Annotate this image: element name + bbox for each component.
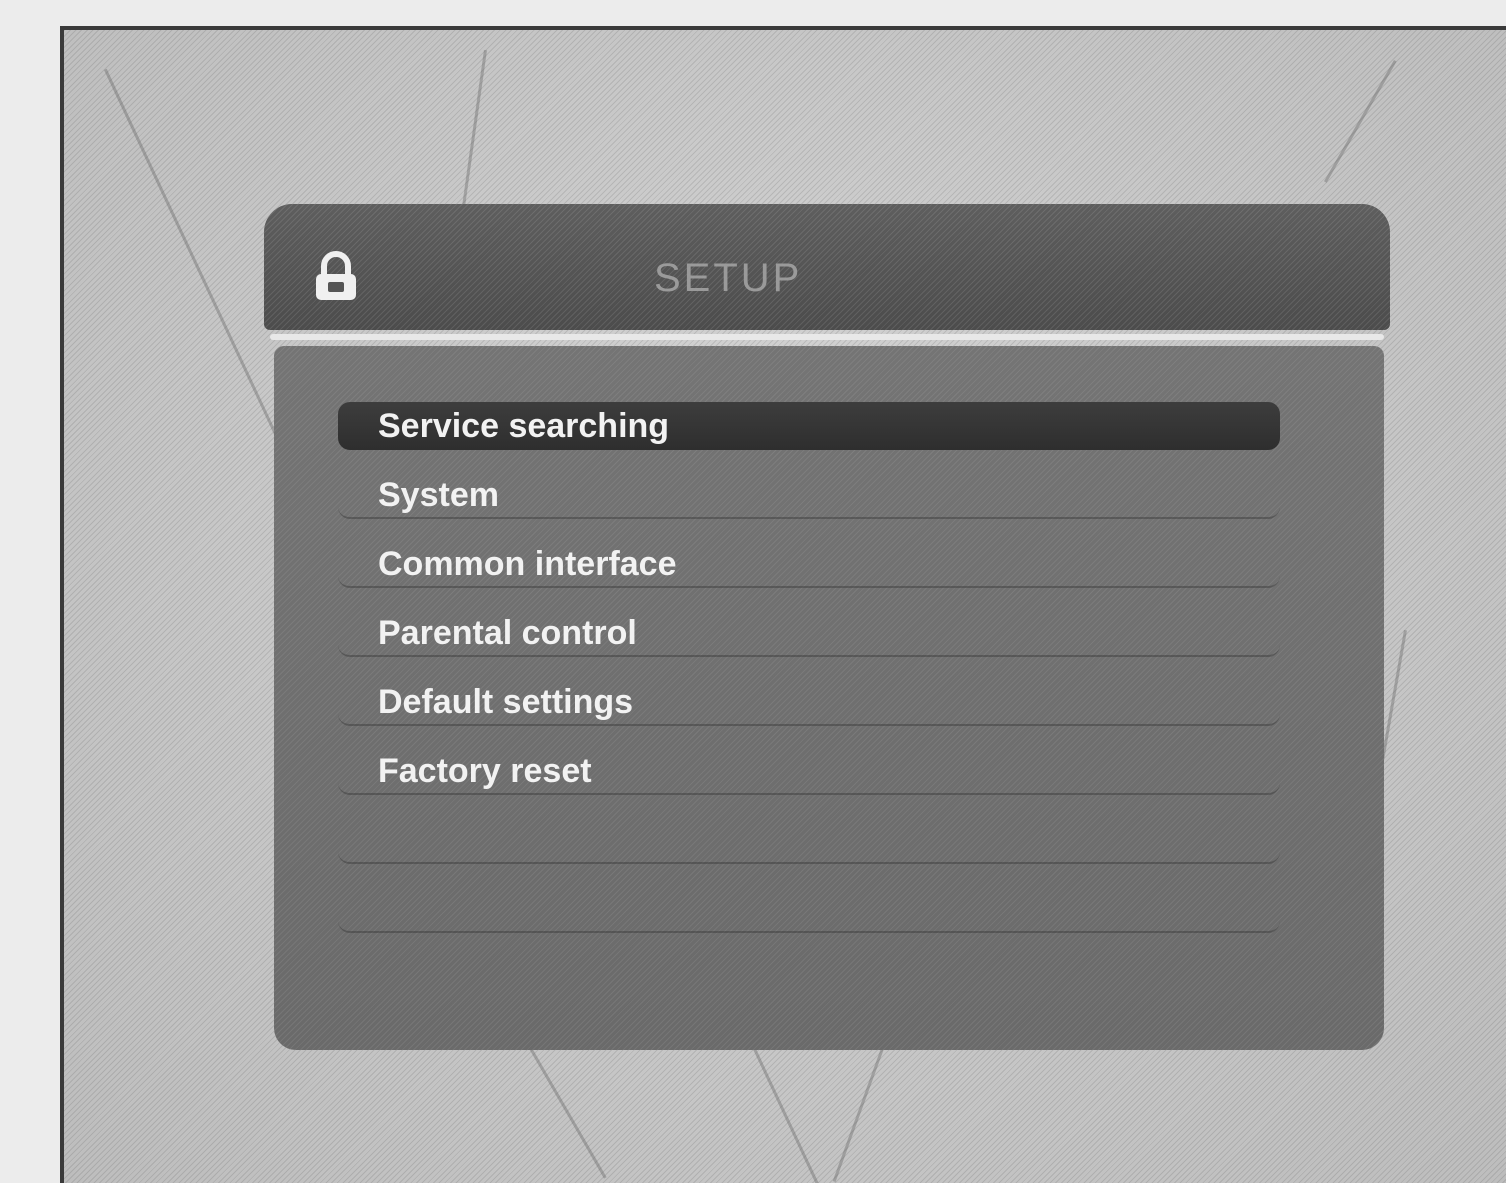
menu-row-empty (338, 816, 1280, 864)
background-scratch (458, 50, 487, 229)
menu-item-factory-reset[interactable]: Factory reset (338, 747, 1280, 795)
setup-menu-window: SETUP Service searching System Common in… (264, 204, 1390, 1050)
menu-title: SETUP (654, 256, 803, 300)
menu-header: SETUP (264, 204, 1390, 330)
menu-item-default-settings[interactable]: Default settings (338, 678, 1280, 726)
setup-menu-list: Service searching System Common interfac… (338, 402, 1280, 954)
background-scratch (744, 1028, 819, 1183)
menu-item-system[interactable]: System (338, 471, 1280, 519)
menu-row-empty (338, 885, 1280, 933)
background-scratch (832, 1040, 887, 1182)
background-scratch (524, 1038, 607, 1179)
menu-item-common-interface[interactable]: Common interface (338, 540, 1280, 588)
menu-item-parental-control[interactable]: Parental control (338, 609, 1280, 657)
menu-body: Service searching System Common interfac… (274, 346, 1384, 1050)
background-scratch (1324, 60, 1397, 183)
lock-icon (316, 251, 356, 300)
header-separator (270, 334, 1384, 340)
menu-item-service-searching[interactable]: Service searching (338, 402, 1280, 450)
photo-background: SETUP Service searching System Common in… (60, 26, 1506, 1183)
background-scratch (104, 68, 285, 451)
